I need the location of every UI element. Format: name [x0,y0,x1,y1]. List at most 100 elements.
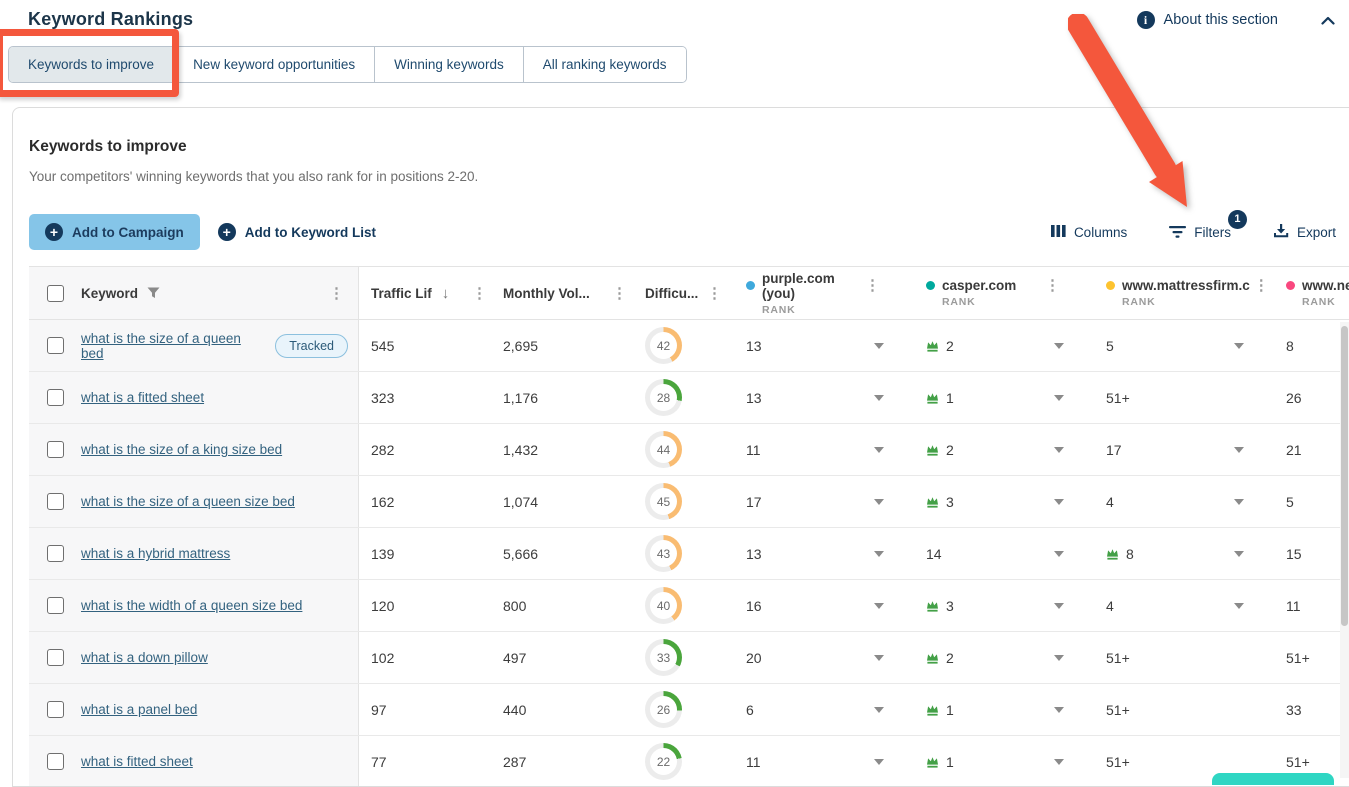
keyword-link[interactable]: what is the size of a king size bed [81,442,282,457]
rank-caret-icon[interactable] [874,759,884,765]
chat-widget-peek[interactable] [1212,773,1334,785]
rank-value: 51+ [1106,702,1130,718]
traffic-value: 102 [371,650,394,666]
export-button[interactable]: Export [1273,223,1336,241]
rank-cell: 51+ [1086,632,1266,683]
rank-caret-icon[interactable] [1054,655,1064,661]
row-checkbox[interactable] [47,545,64,562]
rank-cell: 21 [1266,424,1349,475]
rank-value: 15 [1286,546,1302,562]
plus-circle-icon: + [218,223,236,241]
difficulty-donut: 28 [645,379,682,416]
chevron-up-icon[interactable] [1321,16,1335,25]
monthly-column-menu-icon[interactable]: ⋮ [608,286,631,301]
select-all-checkbox[interactable] [47,285,64,302]
about-this-section[interactable]: i About this section [1137,9,1335,29]
rank-caret-icon[interactable] [1054,603,1064,609]
purple-column-menu-icon[interactable]: ⋮ [861,278,884,293]
traffic-value: 97 [371,702,387,718]
rank-cell: 1 [906,684,1086,735]
keyword-link[interactable]: what is the width of a queen size bed [81,598,302,613]
page-header: Keyword Rankings i About this section [0,0,1349,30]
rank-caret-icon[interactable] [1234,551,1244,557]
row-checkbox[interactable] [47,389,64,406]
vertical-scrollbar[interactable] [1340,322,1349,778]
keyword-link[interactable]: what is the size of a queen bed [81,331,264,361]
traffic-value: 545 [371,338,394,354]
rank-caret-icon[interactable] [874,343,884,349]
rank-caret-icon[interactable] [874,603,884,609]
tab-keywords-to-improve[interactable]: Keywords to improve [9,47,174,82]
row-checkbox[interactable] [47,753,64,770]
rank-value: 11 [746,442,761,458]
rank-value: 3 [946,494,954,510]
keyword-link[interactable]: what is a down pillow [81,650,208,665]
keyword-link[interactable]: what is a panel bed [81,702,197,717]
rank-caret-icon[interactable] [874,395,884,401]
row-checkbox[interactable] [47,337,64,354]
rank-caret-icon[interactable] [1054,551,1064,557]
traffic-value: 120 [371,598,394,614]
rank-caret-icon[interactable] [874,447,884,453]
keyword-filter-funnel-icon[interactable] [147,287,160,299]
rank-caret-icon[interactable] [874,707,884,713]
tab-new-keyword-opportunities[interactable]: New keyword opportunities [174,47,375,82]
add-to-campaign-button[interactable]: + Add to Campaign [29,214,200,250]
rank-value: 51+ [1106,390,1130,406]
rank-caret-icon[interactable] [874,499,884,505]
table-row: what is fitted sheet 77 287 22 11 1 [29,736,1349,787]
scrollbar-thumb[interactable] [1341,326,1348,626]
row-checkbox[interactable] [47,441,64,458]
rank-value: 5 [1286,494,1294,510]
row-checkbox[interactable] [47,649,64,666]
rank-cell: 20 [726,632,906,683]
rank-value: 13 [746,338,762,354]
rank-caret-icon[interactable] [1054,447,1064,453]
tab-all-ranking-keywords[interactable]: All ranking keywords [524,47,686,82]
add-to-keyword-list-button[interactable]: + Add to Keyword List [218,223,376,241]
sort-descending-icon[interactable]: ↓ [442,285,450,302]
rank-caret-icon[interactable] [1054,499,1064,505]
keyword-link[interactable]: what is a hybrid mattress [81,546,230,561]
rank-value: 20 [746,650,762,666]
keyword-link[interactable]: what is a fitted sheet [81,390,204,405]
rank-caret-icon[interactable] [1234,499,1244,505]
rank-caret-icon[interactable] [1054,343,1064,349]
rank-cell: 8 [1266,320,1349,371]
monthly-value: 5,666 [503,546,538,562]
rank-cell: 6 [726,684,906,735]
difficulty-value: 40 [650,592,677,619]
row-checkbox[interactable] [47,597,64,614]
rank-caret-icon[interactable] [1234,343,1244,349]
rank-caret-icon[interactable] [1054,759,1064,765]
rank-caret-icon[interactable] [874,551,884,557]
difficulty-column-menu-icon[interactable]: ⋮ [703,286,726,301]
traffic-value: 323 [371,390,394,406]
traffic-column-menu-icon[interactable]: ⋮ [468,286,491,301]
rank-cell: 11 [726,736,906,787]
rank-caret-icon[interactable] [1234,603,1244,609]
keyword-column-menu-icon[interactable]: ⋮ [325,286,348,301]
columns-button[interactable]: Columns [1051,224,1127,241]
casper-column-menu-icon[interactable]: ⋮ [1041,278,1064,293]
rank-caret-icon[interactable] [1054,395,1064,401]
rank-caret-icon[interactable] [1054,707,1064,713]
rank-caret-icon[interactable] [1234,447,1244,453]
row-checkbox[interactable] [47,701,64,718]
rank-value: 8 [1286,338,1294,354]
rank-cell: 2 [906,320,1086,371]
table-row: what is a fitted sheet 323 1,176 28 13 1 [29,372,1349,424]
tab-winning-keywords[interactable]: Winning keywords [375,47,524,82]
rank-caret-icon[interactable] [874,655,884,661]
keyword-link[interactable]: what is the size of a queen size bed [81,494,295,509]
filters-button[interactable]: Filters 1 [1169,224,1231,241]
keywords-panel: Keywords to improve Your competitors' wi… [12,107,1349,787]
rank-cell: 5 [1266,476,1349,527]
difficulty-donut: 40 [645,587,682,624]
rank-cell: 3 [906,476,1086,527]
keyword-link[interactable]: what is fitted sheet [81,754,193,769]
row-checkbox[interactable] [47,493,64,510]
difficulty-value: 45 [650,488,677,515]
tab-bar: Keywords to improve New keyword opportun… [8,46,687,83]
rank-cell: 13 [726,528,906,579]
